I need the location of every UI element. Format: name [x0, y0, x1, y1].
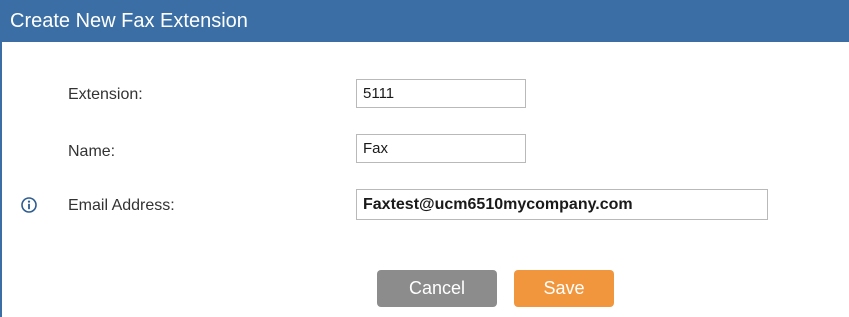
email-address-label: Email Address:: [68, 197, 175, 214]
cancel-button[interactable]: Cancel: [377, 270, 497, 307]
save-button[interactable]: Save: [514, 270, 614, 307]
extension-label: Extension:: [68, 86, 143, 103]
name-label: Name:: [68, 143, 116, 160]
name-field[interactable]: [356, 134, 526, 163]
extension-field[interactable]: [356, 79, 526, 108]
create-fax-extension-dialog: Create New Fax Extension Extension: Name…: [0, 0, 849, 317]
info-circle-icon[interactable]: [21, 197, 37, 213]
dialog-title: Create New Fax Extension: [2, 0, 849, 42]
email-address-field[interactable]: [356, 189, 768, 220]
